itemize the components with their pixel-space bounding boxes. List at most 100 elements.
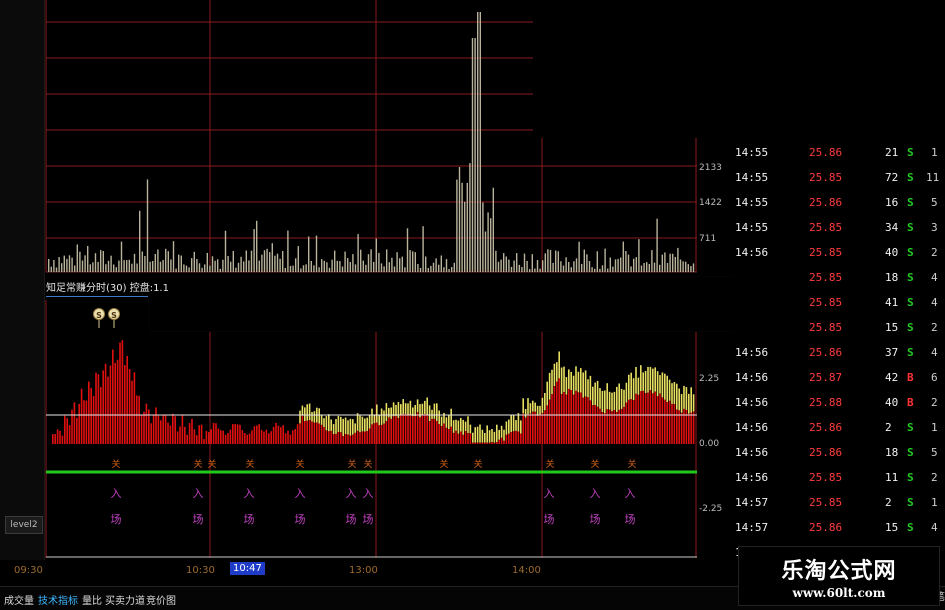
volume-bar (633, 258, 635, 272)
indicator-red-bar (582, 397, 584, 444)
indicator-yellow-bar (433, 403, 436, 419)
indicator-red-bar (116, 359, 119, 444)
volume-bar (461, 182, 463, 272)
volume-bar (552, 262, 554, 272)
indicator-yellow-bar (347, 420, 349, 435)
indicator-red-bar (508, 433, 510, 444)
tab-volume[interactable]: 成交量 (4, 592, 34, 607)
volume-bar (386, 249, 388, 272)
indicator-red-bar (184, 426, 186, 444)
volume-bar (659, 264, 661, 272)
volume-axis-label: 711 (699, 234, 717, 244)
trade-row: 25.85 18 S 4 (733, 265, 945, 290)
tab-technical-indicator[interactable]: 技术指标 (38, 592, 78, 607)
indicator-yellow-bar (512, 414, 515, 432)
indicator-yellow-bar (652, 368, 654, 394)
indicator-yellow-bar (671, 383, 673, 404)
indicator-red-bar (551, 394, 553, 444)
volume-bar (185, 265, 188, 272)
indicator-yellow-bar (611, 392, 613, 412)
indicator-yellow-bar (623, 389, 625, 407)
indicator-yellow-bar (342, 418, 344, 436)
trade-volume: 72 (885, 171, 899, 184)
indicator-yellow-bar (608, 391, 611, 410)
sell-signal-marker: 关 (111, 458, 120, 470)
indicator-red-bar (268, 433, 270, 444)
sell-signal-marker: 关 (295, 458, 304, 470)
time-cursor-label[interactable]: 10:47 (230, 562, 265, 575)
indicator-red-bar (450, 426, 452, 444)
volume-bar (591, 267, 593, 272)
trade-time: 14:56 (735, 421, 769, 434)
indicator-red-bar (563, 392, 565, 444)
time-label: 10:30 (186, 565, 215, 576)
trade-volume: 16 (885, 196, 899, 209)
volume-bar (451, 267, 453, 272)
volume-bar (474, 38, 476, 272)
indicator-red-bar (433, 418, 436, 444)
indicator-red-bar (188, 423, 191, 444)
indicator-yellow-bar (390, 407, 392, 419)
volume-bar (396, 252, 398, 272)
trade-price: 25.85 (809, 246, 843, 259)
volume-bar (383, 266, 385, 272)
volume-bar (601, 265, 604, 272)
indicator-red-bar (272, 426, 275, 444)
indicator-red-bar (534, 411, 536, 444)
trade-count: 5 (931, 446, 938, 459)
tab-volume-ratio[interactable]: 量比 (82, 592, 102, 607)
indicator-red-bar (347, 434, 349, 444)
indicator-red-bar (580, 392, 582, 444)
trade-time: 14:56 (735, 396, 769, 409)
indicator-red-bar (596, 406, 599, 444)
trade-time: 14:56 (735, 346, 769, 359)
indicator-red-bar (107, 376, 109, 444)
volume-bar (679, 259, 682, 272)
trade-volume: 40 (885, 246, 899, 259)
volume-bar (529, 269, 531, 272)
indicator-yellow-bar (383, 410, 385, 424)
volume-bar (115, 267, 117, 272)
indicator-yellow-bar (340, 416, 342, 433)
indicator-red-bar (205, 430, 208, 444)
volume-bar (178, 254, 180, 272)
volume-bar (674, 256, 676, 272)
volume-bar (682, 261, 684, 272)
indicator-red-bar (421, 414, 424, 444)
volume-bar (71, 257, 73, 272)
volume-bar (204, 264, 206, 272)
volume-bar (612, 266, 614, 272)
volume-bar (625, 251, 627, 272)
indicator-yellow-bar (577, 371, 580, 393)
indicator-red-bar (498, 439, 500, 444)
indicator-red-bar (95, 372, 97, 444)
volume-bar (521, 267, 523, 272)
volume-bar (427, 268, 429, 272)
volume-bar (240, 256, 242, 272)
volume-bar (432, 262, 435, 272)
tick-trade-list[interactable]: 14:55 25.86 21 S 1 14:55 25.85 72 S 11 14:55 25.86 1… (733, 140, 945, 565)
indicator-yellow-bar (426, 397, 428, 416)
trade-price: 25.88 (809, 396, 843, 409)
indicator-yellow-bar (680, 394, 683, 413)
trade-count: 1 (931, 496, 938, 509)
volume-bar (594, 268, 596, 272)
indicator-yellow-bar (673, 382, 676, 405)
indicator-red-bar (61, 435, 64, 444)
volume-bar (677, 247, 679, 272)
volume-bar (323, 260, 325, 272)
indicator-red-bar (474, 442, 476, 444)
trade-side: S (907, 296, 914, 309)
indicator-red-bar (59, 430, 61, 444)
indicator-yellow-bar (457, 420, 460, 434)
tab-auction-chart[interactable]: 竞价图 (146, 592, 176, 607)
volume-bar (305, 264, 307, 272)
volume-bar (648, 264, 650, 272)
volume-bar (544, 253, 546, 272)
trade-row: 25.85 15 S 2 (733, 315, 945, 340)
tab-buy-sell-power[interactable]: 买卖力道 (105, 592, 145, 607)
indicator-red-bar (395, 416, 397, 444)
indicator-red-bar (54, 434, 56, 444)
indicator-red-bar (64, 415, 66, 444)
buy-signal-label: 场 (363, 512, 374, 526)
